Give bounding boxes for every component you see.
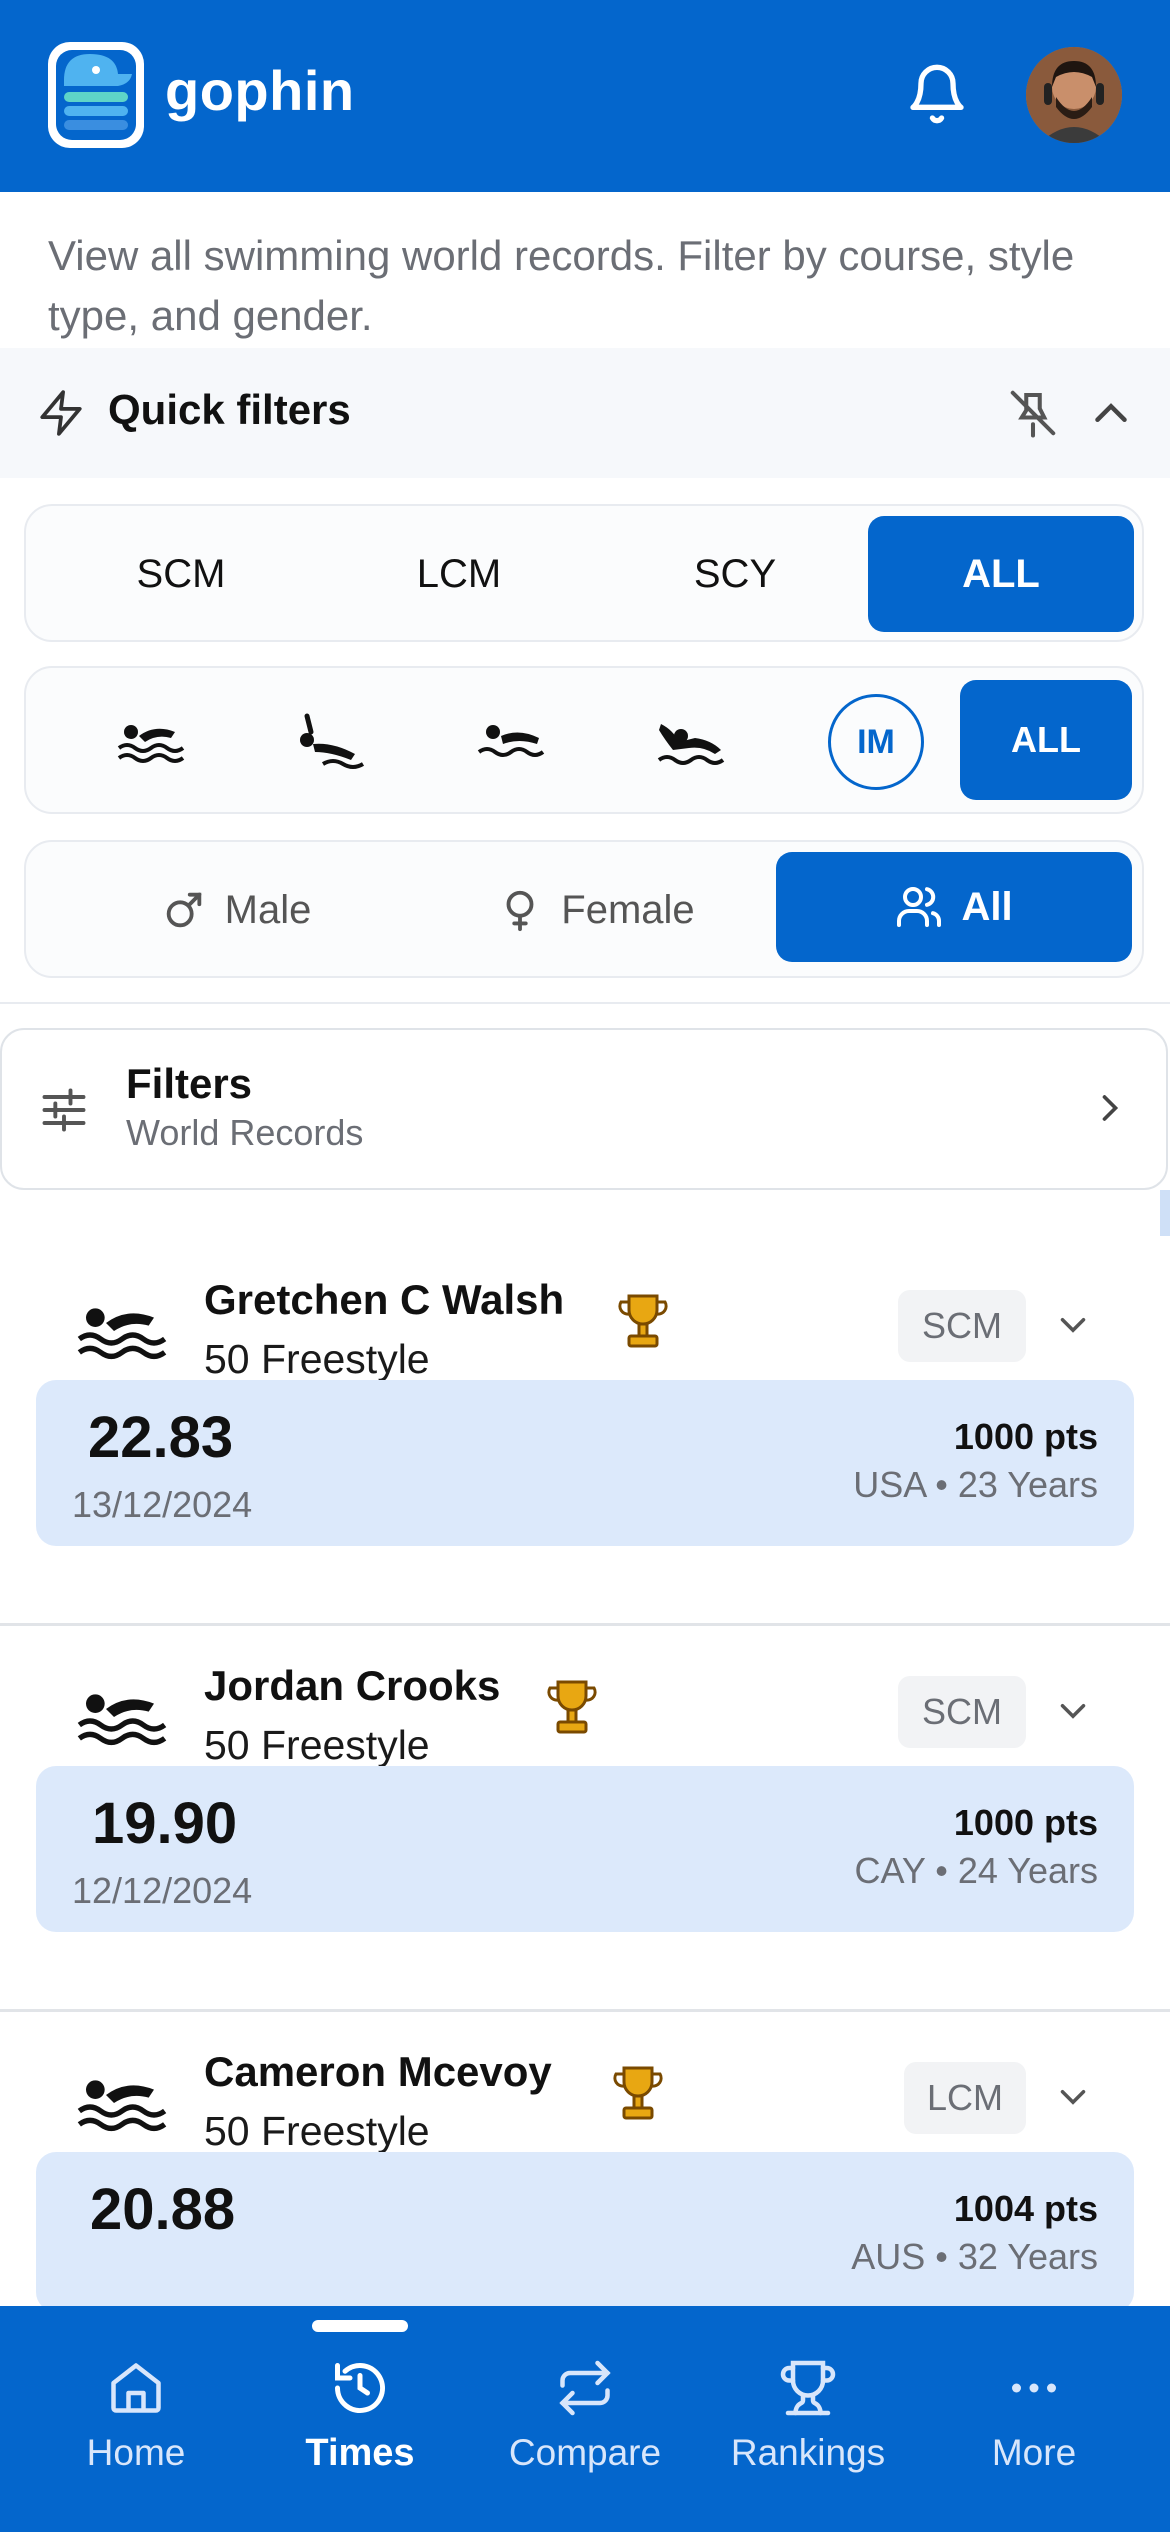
course-option-scm[interactable]: SCM <box>56 516 306 632</box>
users-icon <box>897 887 942 927</box>
nav-label: Times <box>305 2432 415 2474</box>
filters-subtitle: World Records <box>126 1112 364 1153</box>
style-filter: IM ALL <box>24 666 1144 814</box>
butterfly-icon <box>657 724 725 765</box>
swimmer-name: Gretchen C Walsh <box>204 1276 565 1323</box>
lightning-icon <box>40 390 82 436</box>
user-avatar[interactable] <box>1026 47 1122 143</box>
record-points: 1000 pts <box>953 1802 1098 1843</box>
gender-option-female[interactable]: Female <box>446 852 746 968</box>
event-name: 50 Freestyle <box>204 1336 430 1382</box>
quick-filters-bar[interactable]: Quick filters <box>0 348 1170 478</box>
nav-compare[interactable]: Compare <box>485 2358 685 2508</box>
filters-title: Filters <box>126 1060 253 1107</box>
gophin-logo-icon[interactable] <box>46 40 146 150</box>
freestyle-icon <box>77 1694 167 1745</box>
record-card[interactable]: Jordan Crooks 50 Freestyle SCM 19.90 12/… <box>0 1626 1170 2012</box>
chevron-up-icon[interactable] <box>1084 386 1138 440</box>
chevron-down-icon[interactable] <box>1052 2076 1094 2118</box>
gender-option-label: All <box>961 884 1013 929</box>
style-option-freestyle[interactable] <box>66 684 236 800</box>
freestyle-icon <box>77 2080 167 2131</box>
unpin-icon[interactable] <box>1006 386 1060 440</box>
record-time: 22.83 <box>88 1405 234 1470</box>
active-tab-indicator <box>312 2320 408 2332</box>
breaststroke-icon <box>477 725 545 757</box>
history-icon <box>335 2363 385 2414</box>
filters-card[interactable]: Filters World Records <box>0 1028 1168 1190</box>
nav-rankings[interactable]: Rankings <box>708 2358 908 2508</box>
sliders-icon <box>42 1088 86 1132</box>
course-option-scy[interactable]: SCY <box>610 516 860 632</box>
record-points: 1004 pts <box>953 2188 1098 2229</box>
record-date: 13/12/2024 <box>72 1484 253 1525</box>
scrollbar[interactable] <box>1160 1190 1170 1236</box>
swimmer-name: Jordan Crooks <box>204 1662 501 1709</box>
app-header: gophin <box>0 0 1170 192</box>
more-icon <box>1012 2383 1056 2393</box>
male-icon <box>166 892 201 928</box>
bottom-navigation: Home Times Compare Rankings More <box>0 2306 1170 2532</box>
event-name: 50 Freestyle <box>204 2108 430 2154</box>
trophy-icon <box>618 1294 668 1348</box>
backstroke-icon <box>300 713 365 769</box>
course-option-lcm[interactable]: LCM <box>334 516 584 632</box>
course-badge: LCM <box>904 2062 1026 2134</box>
record-time: 20.88 <box>90 2177 236 2242</box>
swimmer-name: Cameron Mcevoy <box>204 2048 552 2095</box>
style-option-breaststroke[interactable] <box>426 684 596 800</box>
nav-label: Compare <box>508 2432 662 2473</box>
compare-icon <box>559 2360 611 2416</box>
style-option-butterfly[interactable] <box>606 684 776 800</box>
record-meta: USA • 23 Years <box>853 1464 1098 1505</box>
nav-label: More <box>991 2432 1077 2473</box>
nav-label: Home <box>86 2432 186 2473</box>
record-meta: CAY • 24 Years <box>854 1850 1098 1891</box>
course-option-all[interactable]: ALL <box>868 516 1134 632</box>
chevron-down-icon[interactable] <box>1052 1690 1094 1732</box>
style-option-backstroke[interactable] <box>244 684 414 800</box>
nav-home[interactable]: Home <box>36 2358 236 2508</box>
gender-option-male[interactable]: Male <box>86 852 386 968</box>
record-details: 20.88 1004 pts AUS • 32 Years <box>36 2152 1134 2312</box>
freestyle-icon <box>77 1308 167 1359</box>
record-date: 12/12/2024 <box>72 1870 253 1911</box>
female-icon <box>506 890 534 932</box>
chevron-down-icon[interactable] <box>1052 1304 1094 1346</box>
record-details: 22.83 13/12/2024 1000 pts USA • 23 Years <box>36 1380 1134 1546</box>
trophy-icon <box>613 2066 663 2120</box>
trophy-icon <box>547 1680 597 1734</box>
freestyle-icon <box>117 725 185 763</box>
bell-icon[interactable] <box>905 62 969 126</box>
page-description: View all swimming world records. Filter … <box>48 232 1075 339</box>
gender-option-all[interactable]: All <box>776 852 1132 962</box>
quick-filters-title: Quick filters <box>108 386 351 433</box>
section-divider <box>0 1002 1170 1004</box>
brand-name: gophin <box>165 59 355 122</box>
record-meta: AUS • 32 Years <box>851 2236 1098 2277</box>
nav-more[interactable]: More <box>934 2358 1134 2508</box>
nav-label: Rankings <box>730 2432 886 2473</box>
record-time: 19.90 <box>92 1791 238 1856</box>
course-badge: SCM <box>898 1676 1026 1748</box>
trophy-icon <box>780 2360 836 2416</box>
record-card[interactable]: Gretchen C Walsh 50 Freestyle SCM 22.83 … <box>0 1240 1170 1626</box>
course-filter: SCM LCM SCY ALL <box>24 504 1144 642</box>
record-details: 19.90 12/12/2024 1000 pts CAY • 24 Years <box>36 1766 1134 1932</box>
record-points: 1000 pts <box>953 1416 1098 1457</box>
course-badge: SCM <box>898 1290 1026 1362</box>
gender-option-label: Female <box>561 887 695 932</box>
style-option-im[interactable]: IM <box>806 684 946 800</box>
gender-option-label: Male <box>224 887 312 932</box>
nav-times[interactable]: Times <box>260 2358 460 2508</box>
im-badge: IM <box>828 694 924 790</box>
home-icon <box>111 2363 161 2413</box>
style-option-all[interactable]: ALL <box>960 680 1132 800</box>
gender-filter: Male Female All <box>24 840 1144 978</box>
chevron-right-icon <box>1102 1095 1119 1121</box>
event-name: 50 Freestyle <box>204 1722 430 1768</box>
